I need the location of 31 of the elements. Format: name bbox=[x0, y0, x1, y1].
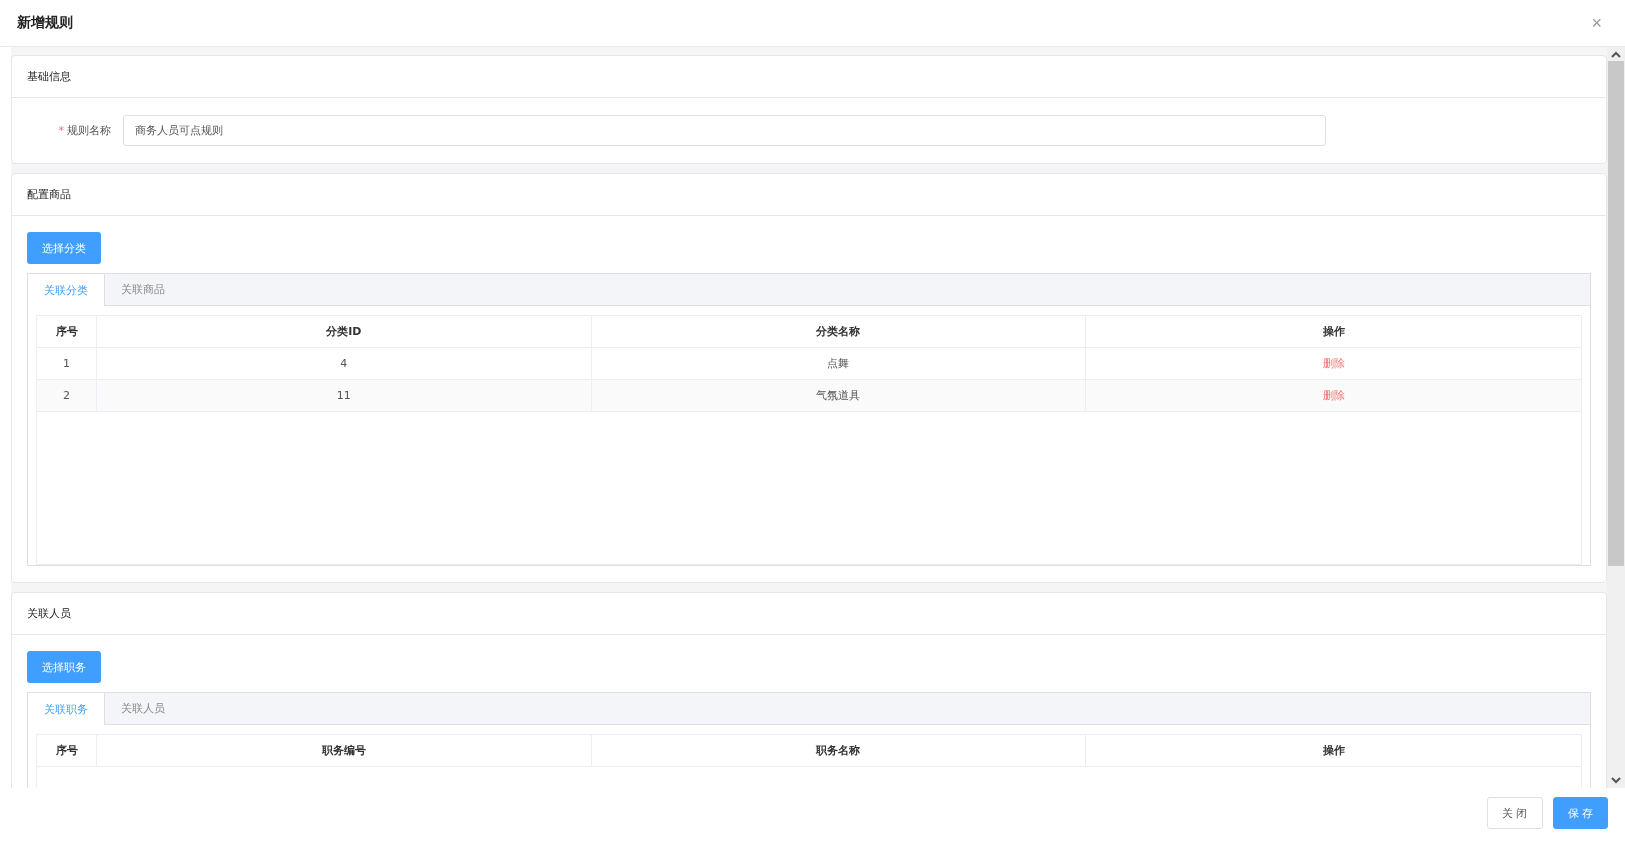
section-title: 配置商品 bbox=[12, 174, 1606, 216]
dialog-title: 新增规则 bbox=[17, 14, 73, 32]
field-label: * 规则名称 bbox=[57, 123, 112, 138]
tab[interactable]: 关联商品 bbox=[105, 274, 181, 305]
save-button[interactable]: 保 存 bbox=[1552, 797, 1608, 829]
column-header: 分类ID bbox=[97, 316, 592, 347]
table-cell: 点舞 bbox=[591, 348, 1087, 379]
column-header: 分类名称 bbox=[591, 316, 1087, 347]
table-cell: 4 bbox=[97, 348, 592, 379]
column-header: 序号 bbox=[37, 735, 97, 766]
column-header: 职务编号 bbox=[97, 735, 592, 766]
delete-link[interactable]: 删除 bbox=[1316, 355, 1351, 372]
column-header: 操作 bbox=[1321, 324, 1346, 340]
section-title: 关联人员 bbox=[12, 593, 1606, 635]
scrollbar[interactable] bbox=[1607, 47, 1625, 788]
select-button[interactable]: 选择职务 bbox=[27, 651, 101, 683]
select-button[interactable]: 选择分类 bbox=[27, 232, 101, 264]
table-cell: 1 bbox=[37, 348, 97, 379]
column-header: 序号 bbox=[37, 316, 97, 347]
table-cell: 2 bbox=[37, 380, 97, 411]
section-title: 基础信息 bbox=[12, 56, 1606, 98]
tab[interactable]: 关联分类 bbox=[28, 274, 105, 306]
column-header: 职务名称 bbox=[591, 735, 1087, 766]
delete-link[interactable]: 删除 bbox=[1316, 387, 1351, 404]
column-header: 操作 bbox=[1321, 743, 1346, 759]
close-button[interactable]: 关 闭 bbox=[1487, 797, 1543, 829]
tab[interactable]: 关联人员 bbox=[105, 693, 181, 724]
input-field[interactable]: 商务人员可点规则 bbox=[123, 115, 1326, 146]
tab[interactable]: 关联职务 bbox=[28, 693, 105, 725]
table-cell: 11 bbox=[97, 380, 592, 411]
table-cell: 气氛道具 bbox=[591, 380, 1087, 411]
